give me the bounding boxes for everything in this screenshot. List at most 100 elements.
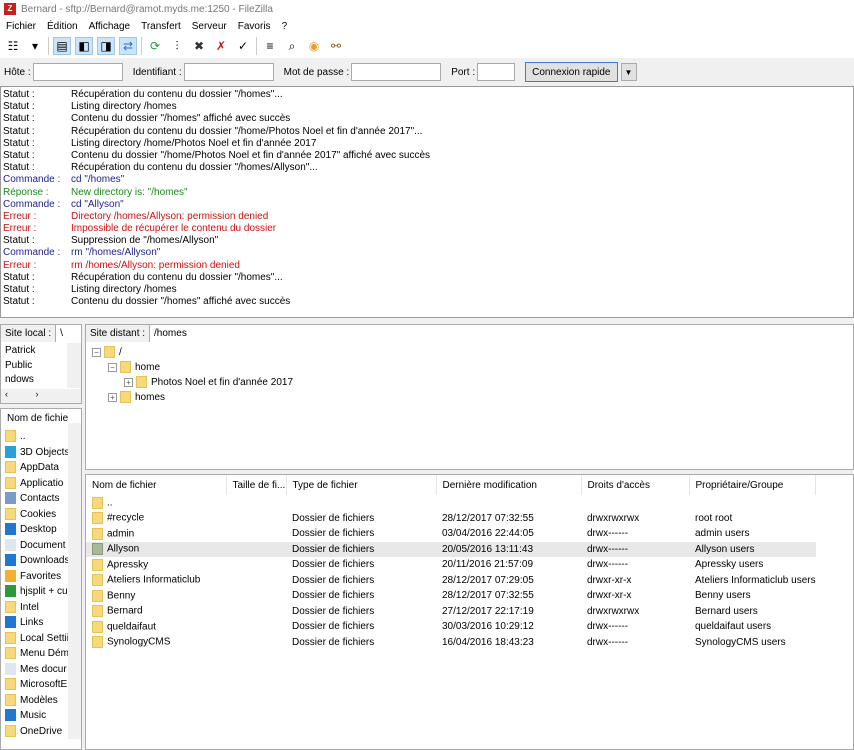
column-header[interactable]: Nom de fichier: [86, 475, 227, 495]
folder-icon: [92, 558, 103, 571]
menu-item[interactable]: Fichier: [6, 21, 36, 32]
username-input[interactable]: [183, 63, 274, 81]
log-entry: Commande : cd "/homes": [1, 174, 853, 186]
file-row[interactable]: SynologyCMS Dossier de fichiers 16/04/2016…: [86, 635, 816, 651]
toolbar-separator: [141, 37, 142, 55]
cell-name: Ateliers Informaticlub: [86, 573, 226, 589]
cell-name: ..: [86, 495, 226, 511]
cell-perms: drwx------: [581, 541, 689, 557]
folder-icon: [104, 346, 115, 359]
folder-name: homes: [135, 392, 166, 403]
menu-item[interactable]: Transfert: [141, 21, 181, 32]
file-name: Mes docur: [20, 663, 67, 675]
file-row[interactable]: Allyson Dossier de fichiers 20/05/2016 13:…: [86, 541, 816, 557]
log-type: Commande :: [3, 174, 61, 186]
file-row[interactable]: #recycle Dossier de fichiers 28/12/2017 07…: [86, 511, 816, 527]
menu-item[interactable]: Affichage: [89, 21, 131, 32]
remote-tree-panel: Site distant : /homes − / − home + Photos Noe…: [85, 324, 854, 470]
log-message: Récupération du contenu du dossier "/hom…: [71, 162, 318, 174]
file-row[interactable]: Bernard Dossier de fichiers 27/12/2017 22:…: [86, 604, 816, 620]
remote-tree-item[interactable]: − home: [92, 360, 853, 375]
reconnect-icon[interactable]: ✓: [234, 37, 252, 55]
local-tree-icon[interactable]: ◧: [75, 37, 93, 55]
menu-item[interactable]: ?: [282, 21, 288, 32]
quickconnect-dropdown-button[interactable]: ▼: [620, 63, 637, 81]
log-entry: Statut : Suppression de "/homes/Allyson": [1, 235, 853, 247]
message-log[interactable]: Statut : Récupération du contenu du dossi…: [0, 86, 854, 318]
log-message: Listing directory /homes: [71, 101, 177, 113]
transfer-queue-icon[interactable]: ⇄: [119, 37, 137, 55]
remote-tree-item[interactable]: + homes: [92, 390, 853, 405]
site-manager-icon[interactable]: ☷: [4, 37, 22, 55]
local-site-input[interactable]: \: [56, 325, 81, 342]
filter-icon[interactable]: ≡: [261, 37, 279, 55]
cell-text: Ateliers Informaticlub users: [695, 574, 816, 586]
collapse-icon[interactable]: −: [108, 362, 117, 372]
column-header[interactable]: Propriétaire/Groupe: [689, 475, 817, 495]
collapse-icon[interactable]: −: [92, 347, 101, 357]
remote-tree-icon[interactable]: ◨: [97, 37, 115, 55]
log-message: Directory /homes/Allyson: permission den…: [71, 210, 269, 222]
file-name: Local Settii: [20, 632, 69, 644]
log-entry: Commande : cd "Allyson": [1, 199, 853, 211]
expand-icon[interactable]: +: [108, 392, 117, 402]
log-message: New directory is: "/homes": [71, 186, 188, 198]
music-icon: [5, 709, 16, 722]
column-header[interactable]: Dernière modification: [436, 475, 582, 495]
folder-icon: [92, 605, 103, 618]
cell-owner: admin users: [689, 526, 816, 542]
log-type: Statut :: [3, 137, 35, 149]
remote-site-input[interactable]: /homes: [150, 325, 853, 342]
cell-owner: Allyson users: [689, 541, 816, 557]
message-log-icon[interactable]: ▤: [53, 37, 71, 55]
password-input[interactable]: [351, 63, 442, 81]
host-input[interactable]: [32, 63, 123, 81]
cell-text: Apressky users: [695, 559, 764, 571]
column-header[interactable]: Taille de fi...: [226, 475, 287, 495]
search-icon[interactable]: ⚯: [327, 37, 345, 55]
file-row[interactable]: Benny Dossier de fichiers 28/12/2017 07:32…: [86, 588, 816, 604]
cell-text: drwxrwxrwx: [587, 605, 640, 617]
sync-browse-icon[interactable]: ◉: [305, 37, 323, 55]
log-entry: Statut : Récupération du contenu du dossi…: [1, 126, 853, 138]
menu-item[interactable]: Serveur: [192, 21, 227, 32]
menu-item[interactable]: Édition: [47, 21, 78, 32]
column-header[interactable]: Droits d'accès: [581, 475, 690, 495]
title-bar: Z Bernard - sftp://Bernard@ramot.myds.me…: [0, 0, 854, 18]
file-row[interactable]: ..: [86, 495, 816, 511]
compare-icon[interactable]: ⌕: [283, 37, 301, 55]
log-entry: Statut : Récupération du contenu du dossi…: [1, 162, 853, 174]
file-row[interactable]: admin Dossier de fichiers 03/04/2016 22:44…: [86, 526, 816, 542]
expand-icon[interactable]: +: [124, 377, 133, 387]
cell-owner: Apressky users: [689, 557, 816, 573]
log-message: Récupération du contenu du dossier "/hom…: [71, 89, 283, 100]
local-list-scrollbar[interactable]: [68, 423, 81, 739]
cell-text: 20/05/2016 13:11:43: [442, 543, 534, 555]
process-queue-icon[interactable]: ⫶: [168, 37, 186, 55]
log-type: Erreur :: [3, 223, 37, 235]
disconnect-icon[interactable]: ✗: [212, 37, 230, 55]
refresh-icon[interactable]: ⟳: [146, 37, 164, 55]
remote-tree-item[interactable]: + Photos Noel et fin d'année 2017: [92, 375, 853, 390]
column-header[interactable]: Type de fichier: [286, 475, 437, 495]
3d-objects-icon: [5, 445, 16, 458]
menu-item[interactable]: Favoris: [238, 21, 271, 32]
dropdown-icon[interactable]: ▾: [26, 37, 44, 55]
file-row[interactable]: Ateliers Informaticlub Dossier de fichier…: [86, 573, 816, 589]
file-row[interactable]: Apressky Dossier de fichiers 20/11/2016 21…: [86, 557, 816, 573]
port-input[interactable]: [477, 63, 516, 81]
log-type: Statut :: [3, 101, 35, 113]
quickconnect-button[interactable]: Connexion rapide: [525, 62, 618, 82]
local-tree-hscrollbar[interactable]: ‹ ›: [1, 389, 81, 403]
local-tree-scrollbar[interactable]: [67, 343, 81, 388]
log-entry: Statut : Contenu du dossier "/homes" affi…: [1, 113, 853, 125]
remote-tree-item[interactable]: − /: [92, 345, 853, 360]
cancel-icon[interactable]: ✖: [190, 37, 208, 55]
file-name: Favorites: [20, 570, 62, 582]
folder-icon: [92, 574, 103, 587]
quickconnect-bar: Hôte : Identifiant : Mot de passe : Port…: [0, 60, 854, 84]
cell-name: #recycle: [86, 511, 226, 527]
file-row[interactable]: queldaifaut Dossier de fichiers 30/03/2016…: [86, 619, 816, 635]
remote-tree: − / − home + Photos Noel et fin d'année 2017 +…: [86, 342, 853, 405]
log-message: cd "Allyson": [71, 198, 124, 210]
